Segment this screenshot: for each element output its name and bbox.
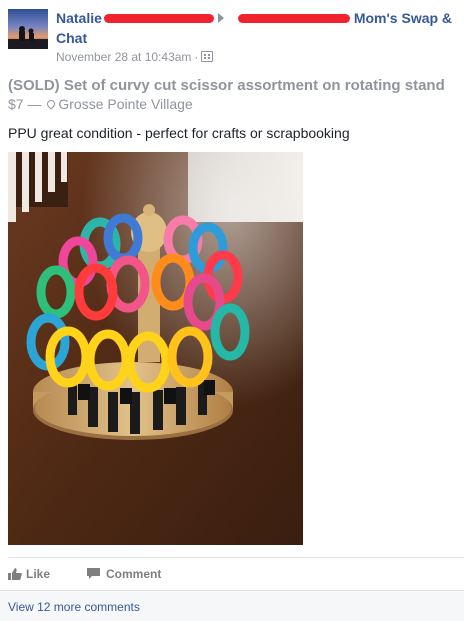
listing-price-location: $7 — Grosse Pointe Village	[8, 96, 193, 113]
location-pin-icon	[45, 98, 58, 110]
post-header: Natalie Mom's Swap & Chat	[56, 8, 456, 48]
post-photo[interactable]	[8, 152, 303, 545]
post-description: PPU great condition - perfect for crafts…	[8, 125, 350, 141]
actions-divider	[8, 557, 464, 558]
view-more-comments-link[interactable]: View 12 more comments	[8, 600, 140, 614]
shared-to-arrow-icon	[217, 13, 224, 24]
comment-button[interactable]: Comment	[87, 566, 161, 582]
author-name[interactable]: Natalie	[56, 10, 102, 26]
comment-label: Comment	[106, 567, 162, 581]
like-button[interactable]: Like	[8, 566, 50, 582]
post-meta: November 28 at 10:43am ·	[56, 50, 214, 64]
group-name-line2[interactable]: Chat	[56, 30, 87, 46]
group-audience-icon[interactable]	[201, 51, 214, 63]
price-location-dash: —	[27, 96, 42, 112]
like-label: Like	[26, 567, 51, 581]
listing-location[interactable]: Grosse Pointe Village	[58, 96, 192, 112]
listing-title[interactable]: (SOLD) Set of curvy cut scissor assortme…	[8, 77, 445, 95]
post-timestamp[interactable]: November 28 at 10:43am	[56, 50, 191, 64]
group-post: Natalie Mom's Swap & Chat November 28 at…	[0, 0, 464, 621]
comments-section: View 12 more comments	[0, 590, 464, 621]
author-avatar[interactable]	[8, 9, 48, 49]
redacted-group-name	[237, 13, 350, 23]
redacted-author-surname	[103, 13, 214, 23]
comment-bubble-icon	[87, 568, 100, 580]
meta-separator: ·	[194, 50, 199, 64]
listing-price: $7	[8, 96, 24, 112]
thumbs-up-icon	[8, 567, 22, 580]
group-name[interactable]: Mom's Swap &	[354, 10, 452, 26]
